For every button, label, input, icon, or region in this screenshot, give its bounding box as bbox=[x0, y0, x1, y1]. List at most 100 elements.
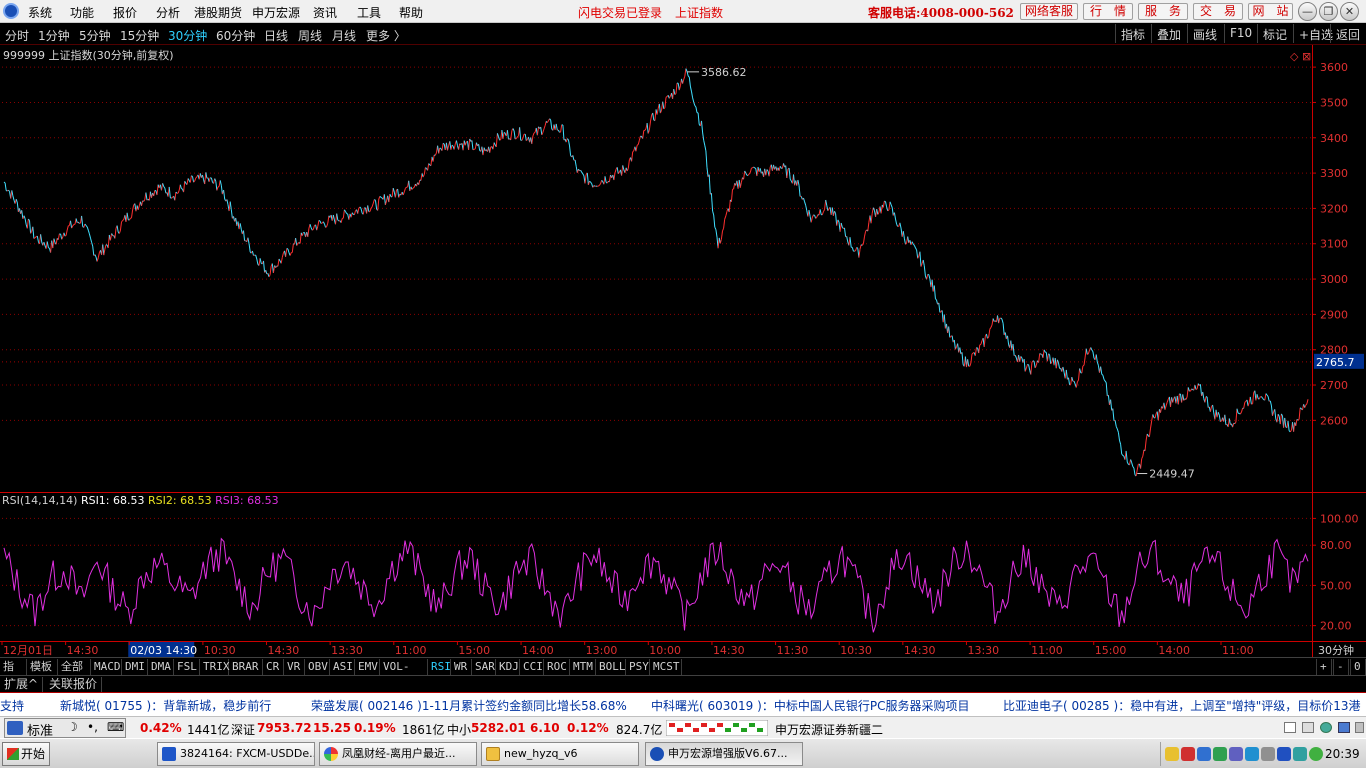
period-60min[interactable]: 60分钟 bbox=[216, 27, 255, 44]
period-daily[interactable]: 日线 bbox=[264, 27, 288, 44]
news-item[interactable]: 中科曙光( 603019 )：中标中国人民银行PC服务器采购项目 bbox=[651, 697, 969, 714]
restore-icon[interactable]: ❐ bbox=[1319, 2, 1338, 21]
expand-tab[interactable]: 扩展^ bbox=[0, 677, 44, 692]
indicator-tab-dmi[interactable]: DMI bbox=[122, 659, 148, 675]
indicator-tab-cn0[interactable]: 指标 bbox=[0, 659, 27, 689]
menu-swhy[interactable]: 申万宏源 bbox=[252, 4, 300, 21]
bluetooth-icon[interactable] bbox=[1277, 747, 1291, 761]
menu-news[interactable]: 资讯 bbox=[313, 4, 337, 21]
indicator-tab-wr[interactable]: WR bbox=[451, 659, 472, 675]
tray-app-icon[interactable] bbox=[1245, 747, 1259, 761]
online-service-button[interactable]: 网络客服 bbox=[1020, 3, 1078, 20]
tool-back-button[interactable]: 返回 bbox=[1330, 24, 1365, 43]
price-line-segment bbox=[959, 347, 962, 355]
tray-app-icon[interactable] bbox=[1229, 747, 1243, 761]
layout-icon-2[interactable] bbox=[1302, 722, 1314, 733]
ime-mode-label[interactable]: 标准 bbox=[27, 720, 53, 739]
indicator-tab-cn1[interactable]: 模板 bbox=[27, 659, 58, 675]
indicator-tab-sar[interactable]: SAR bbox=[472, 659, 496, 675]
indicator-tab-mtm[interactable]: MTM bbox=[570, 659, 596, 675]
period-intraday[interactable]: 分时 bbox=[5, 27, 29, 44]
indicator-tab-voltdx[interactable]: VOL-TDX bbox=[380, 659, 428, 689]
period-weekly[interactable]: 周线 bbox=[298, 27, 322, 44]
indicator-tab-cci[interactable]: CCI bbox=[520, 659, 544, 675]
website-button[interactable]: 网 站 bbox=[1248, 3, 1293, 20]
tool-indicator-button[interactable]: 指标 bbox=[1115, 24, 1150, 43]
indicator-tab-rsi[interactable]: RSI bbox=[428, 659, 451, 675]
punctuation-icon[interactable]: •, bbox=[87, 720, 98, 734]
indicator-tab-dma[interactable]: DMA bbox=[148, 659, 174, 675]
menu-hk-futures[interactable]: 港股期货 bbox=[194, 4, 242, 21]
ime-toolbar[interactable]: 标准 ☽ •, ⌨ bbox=[4, 718, 126, 739]
news-ticker[interactable]: 支持 新城悦( 01755 )：背靠新城，稳步前行 荣盛发展( 002146 )… bbox=[0, 693, 1366, 716]
minimize-icon[interactable]: — bbox=[1298, 2, 1317, 21]
indicator-tab-obv[interactable]: OBV bbox=[305, 659, 330, 675]
task-swhy[interactable]: 申万宏源增强版V6.67... bbox=[645, 742, 803, 766]
news-item[interactable]: 支持 bbox=[0, 697, 24, 714]
tray-app-icon[interactable] bbox=[1213, 747, 1227, 761]
indicator-tab-mcst[interactable]: MCST bbox=[650, 659, 682, 675]
chart-area[interactable]: 2600 2700 2800 2900 3000 3100 3200 3300 3400 3500… bbox=[0, 45, 1366, 660]
chart-svg[interactable]: 2600270028002900300031003200330034003500… bbox=[0, 45, 1366, 660]
indicator-tab-cn2[interactable]: 全部 bbox=[58, 659, 91, 675]
indicator-tab-macd[interactable]: MACD bbox=[91, 659, 122, 675]
tool-mark-button[interactable]: 标记 bbox=[1257, 24, 1292, 43]
related-quote-tab[interactable]: 关联报价 bbox=[45, 677, 103, 692]
news-item[interactable]: 新城悦( 01755 )：背靠新城，稳步前行 bbox=[60, 697, 271, 714]
network-tray-icon[interactable] bbox=[1293, 747, 1307, 761]
menu-function[interactable]: 功能 bbox=[70, 4, 94, 21]
reset-button[interactable]: 0 bbox=[1350, 659, 1366, 675]
task-fxcm[interactable]: 3824164: FXCM-USDDe... bbox=[157, 742, 315, 766]
period-more[interactable]: 更多 〉 bbox=[366, 27, 406, 44]
period-15min[interactable]: 15分钟 bbox=[120, 27, 159, 44]
clock[interactable]: 20:39 bbox=[1325, 747, 1360, 761]
zx-index-name[interactable]: 中小 bbox=[447, 721, 471, 738]
start-button[interactable]: 开始 bbox=[2, 742, 50, 766]
app-logo-icon[interactable] bbox=[3, 3, 19, 19]
menu-system[interactable]: 系统 bbox=[28, 4, 52, 21]
indicator-tab-cr[interactable]: CR bbox=[263, 659, 284, 675]
zoom-out-button[interactable]: - bbox=[1333, 659, 1349, 675]
indicator-tab-fsl[interactable]: FSL bbox=[174, 659, 200, 675]
layout-icon[interactable] bbox=[1284, 722, 1296, 733]
tool-draw-button[interactable]: 画线 bbox=[1187, 24, 1222, 43]
service-button[interactable]: 服 务 bbox=[1138, 3, 1188, 20]
indicator-tab-psy[interactable]: PSY bbox=[626, 659, 650, 675]
market-button[interactable]: 行 情 bbox=[1083, 3, 1133, 20]
trade-button[interactable]: 交 易 bbox=[1193, 3, 1243, 20]
ime-logo-icon[interactable] bbox=[7, 721, 23, 735]
indicator-tab-roc[interactable]: ROC bbox=[544, 659, 570, 675]
tool-f10-button[interactable]: F10 bbox=[1224, 24, 1257, 43]
close-icon[interactable]: ✕ bbox=[1340, 2, 1359, 21]
period-monthly[interactable]: 月线 bbox=[332, 27, 356, 44]
indicator-tab-kdj[interactable]: KDJ bbox=[496, 659, 520, 675]
indicator-tab-trix[interactable]: TRIX bbox=[200, 659, 230, 675]
indicator-tab-boll[interactable]: BOLL bbox=[596, 659, 626, 675]
news-item[interactable]: 荣盛发展( 002146 )1-11月累计签约金额同比增长58.68% bbox=[311, 697, 627, 714]
keyboard-icon[interactable]: ⌨ bbox=[107, 720, 124, 734]
menu-analysis[interactable]: 分析 bbox=[156, 4, 180, 21]
indicator-tab-asi[interactable]: ASI bbox=[330, 659, 355, 675]
task-browser[interactable]: 凤凰财经-离用户最近... bbox=[319, 742, 477, 766]
volume-icon[interactable] bbox=[1261, 747, 1275, 761]
tray-app-icon[interactable] bbox=[1197, 747, 1211, 761]
indicator-tab-emv[interactable]: EMV bbox=[355, 659, 380, 675]
tool-overlay-button[interactable]: 叠加 bbox=[1151, 24, 1186, 43]
menu-quote[interactable]: 报价 bbox=[113, 4, 137, 21]
moon-icon[interactable]: ☽ bbox=[67, 720, 78, 734]
news-item[interactable]: 比亚迪电子( 00285 )：稳中有进，上调至"增持"评级，目标价13港 bbox=[1003, 697, 1361, 714]
task-folder[interactable]: new_hyzq_v6 bbox=[481, 742, 639, 766]
period-30min[interactable]: 30分钟 bbox=[168, 27, 207, 44]
tray-app-icon[interactable] bbox=[1165, 747, 1179, 761]
scroll-right-icon[interactable] bbox=[1355, 722, 1364, 733]
tray-app-icon[interactable] bbox=[1181, 747, 1195, 761]
period-5min[interactable]: 5分钟 bbox=[79, 27, 111, 44]
menu-tools[interactable]: 工具 bbox=[357, 4, 381, 21]
indicator-tab-brar[interactable]: BRAR bbox=[229, 659, 263, 675]
zoom-in-button[interactable]: + bbox=[1316, 659, 1332, 675]
sz-index-name[interactable]: 深证 bbox=[231, 721, 255, 738]
period-1min[interactable]: 1分钟 bbox=[38, 27, 70, 44]
menu-help[interactable]: 帮助 bbox=[399, 4, 423, 21]
update-icon[interactable] bbox=[1309, 747, 1323, 761]
indicator-tab-vr[interactable]: VR bbox=[284, 659, 305, 675]
